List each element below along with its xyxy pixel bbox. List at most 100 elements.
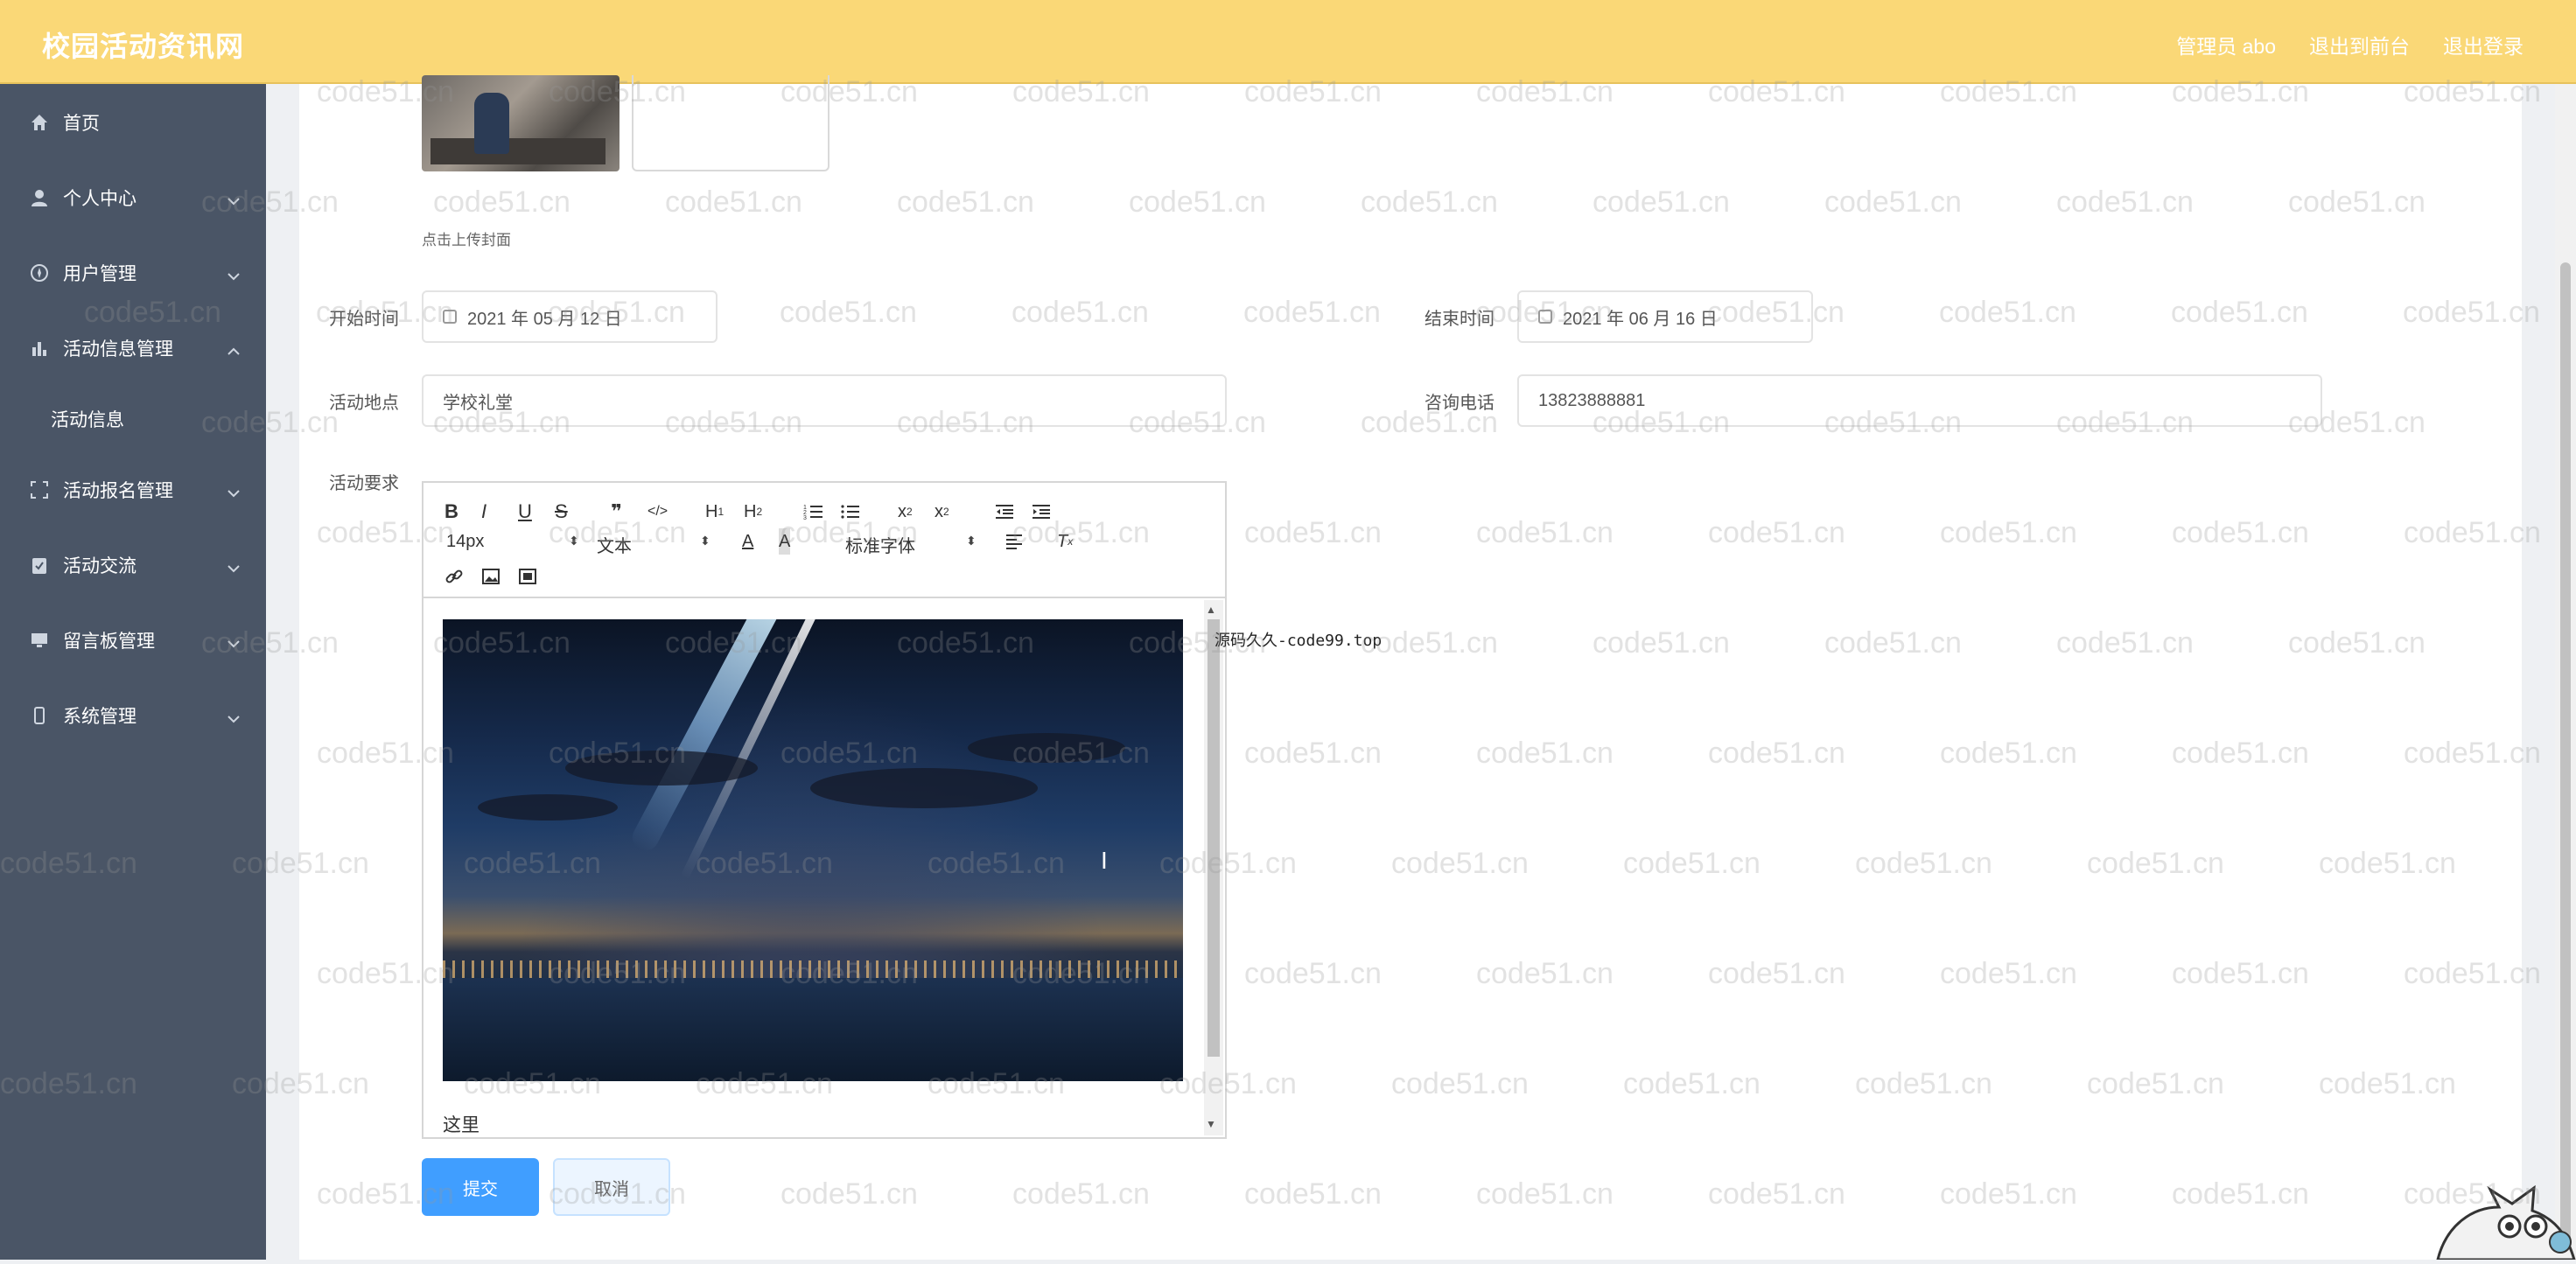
align-icon[interactable] bbox=[1004, 528, 1024, 555]
chevron-down-icon bbox=[228, 557, 240, 578]
sidebar-item-exchange[interactable]: 活动交流 bbox=[0, 539, 266, 591]
exit-console-link[interactable]: 退出到前台 bbox=[2309, 30, 2410, 59]
subscript-button[interactable]: x2 bbox=[898, 499, 913, 525]
cover-desk-shape bbox=[430, 138, 606, 164]
block-format-select[interactable]: 文本 ⬍ bbox=[597, 532, 710, 557]
cloud-shape bbox=[565, 751, 758, 786]
strike-button[interactable]: S bbox=[555, 499, 568, 525]
scroll-down-icon[interactable]: ▼ bbox=[1206, 1118, 1216, 1130]
site-brand[interactable]: 校园活动资讯网 bbox=[42, 24, 244, 65]
select-arrows-icon: ⬍ bbox=[966, 534, 976, 548]
chevron-down-icon bbox=[228, 190, 240, 211]
phone-value: 13823888881 bbox=[1538, 390, 1646, 410]
font-size-select[interactable]: 14px ⬍ bbox=[446, 532, 579, 552]
sidebar-item-home[interactable]: 首页 bbox=[0, 96, 266, 149]
upload-hint: 点击上传封面 bbox=[422, 232, 511, 248]
cloud-shape bbox=[478, 794, 618, 821]
logout-link[interactable]: 退出登录 bbox=[2443, 30, 2524, 59]
sidebar-item-label: 系统管理 bbox=[63, 707, 136, 727]
comet-shape bbox=[627, 619, 783, 855]
text-cursor-icon: I bbox=[1101, 847, 1108, 874]
font-family-value: 标准字体 bbox=[845, 537, 915, 556]
image-insert-icon[interactable] bbox=[481, 563, 500, 590]
cloud-shape bbox=[810, 768, 1038, 808]
toolbar-divider bbox=[424, 597, 1225, 598]
phone-input[interactable]: 13823888881 bbox=[1517, 374, 2322, 427]
header-links: 管理员 abo 退出到前台 退出登录 bbox=[2176, 30, 2524, 59]
editor-scrollbar-thumb[interactable] bbox=[1208, 619, 1220, 1057]
cloud-shape bbox=[968, 733, 1125, 763]
scroll-up-icon[interactable]: ▲ bbox=[1206, 604, 1216, 616]
end-time-field[interactable]: 2021 年 06 月 16 日 bbox=[1517, 290, 1813, 343]
location-value: 学校礼堂 bbox=[443, 393, 513, 413]
editor-content-image[interactable] bbox=[443, 619, 1183, 1081]
cover-image[interactable] bbox=[422, 75, 620, 171]
sidebar-item-registration[interactable]: 活动报名管理 bbox=[0, 464, 266, 516]
sidebar-item-label: 首页 bbox=[63, 114, 100, 134]
sidebar-item-system[interactable]: 系统管理 bbox=[0, 689, 266, 742]
indent-icon[interactable] bbox=[1031, 499, 1052, 525]
code-block-button[interactable]: </> bbox=[648, 499, 668, 525]
svg-text:3: 3 bbox=[803, 515, 807, 520]
clipboard-icon bbox=[28, 554, 51, 576]
header2-button[interactable]: H2 bbox=[744, 499, 762, 525]
chevron-down-icon bbox=[228, 265, 240, 286]
page-scrollbar-thumb[interactable] bbox=[2560, 262, 2571, 1242]
cancel-button[interactable]: 取消 bbox=[553, 1158, 670, 1216]
bold-button[interactable]: B bbox=[444, 499, 458, 525]
submit-button[interactable]: 提交 bbox=[422, 1158, 539, 1216]
font-family-select[interactable]: 标准字体 ⬍ bbox=[845, 532, 976, 557]
chart-icon bbox=[28, 337, 51, 360]
sidebar-item-label: 活动信息管理 bbox=[63, 339, 173, 360]
sidebar-item-activity-info[interactable]: 活动信息管理 bbox=[0, 322, 266, 374]
outdent-icon[interactable] bbox=[994, 499, 1015, 525]
sidebar-item-message-board[interactable]: 留言板管理 bbox=[0, 614, 266, 667]
mascot-cat-icon[interactable] bbox=[2429, 1172, 2576, 1261]
phone-icon bbox=[28, 704, 51, 727]
sidebar-item-label: 活动报名管理 bbox=[63, 481, 173, 501]
start-time-field[interactable]: 2021 年 05 月 12 日 bbox=[422, 290, 718, 343]
blockquote-button[interactable]: ❞ bbox=[611, 499, 622, 525]
editor-side-text: 源码久久-code99.top bbox=[1214, 632, 1382, 650]
calendar-icon bbox=[443, 310, 457, 324]
superscript-button[interactable]: x2 bbox=[934, 499, 949, 525]
end-time-label: 结束时间 bbox=[1424, 310, 1494, 329]
underline-button[interactable]: U bbox=[518, 499, 532, 525]
home-icon bbox=[28, 111, 51, 134]
clear-format-button[interactable]: Tx bbox=[1057, 528, 1073, 555]
requirement-label: 活动要求 bbox=[329, 474, 399, 493]
calendar-icon bbox=[1538, 310, 1552, 324]
chevron-up-icon bbox=[228, 340, 240, 361]
block-format-value: 文本 bbox=[597, 537, 632, 556]
editor-text-content[interactable]: 这里 bbox=[443, 1111, 480, 1137]
chevron-down-icon bbox=[228, 708, 240, 729]
video-insert-icon[interactable] bbox=[518, 563, 537, 590]
compass-icon bbox=[28, 262, 51, 284]
sidebar-item-personal[interactable]: 个人中心 bbox=[0, 171, 266, 224]
background-color-button[interactable]: A bbox=[779, 528, 791, 555]
chevron-down-icon bbox=[228, 482, 240, 503]
font-color-button[interactable]: A bbox=[742, 528, 753, 555]
italic-button[interactable]: I bbox=[481, 499, 486, 525]
sidebar-item-users[interactable]: 用户管理 bbox=[0, 247, 266, 299]
header1-button[interactable]: H1 bbox=[705, 499, 724, 525]
top-header: 校园活动资讯网 管理员 abo 退出到前台 退出登录 bbox=[0, 0, 2576, 84]
sidebar-item-label: 个人中心 bbox=[63, 189, 136, 209]
lake-shape bbox=[443, 978, 1183, 1081]
cover-upload-box[interactable] bbox=[632, 75, 830, 171]
chevron-down-icon bbox=[228, 632, 240, 653]
start-time-label: 开始时间 bbox=[329, 310, 399, 329]
end-time-value: 2021 年 06 月 16 日 bbox=[1563, 309, 1718, 329]
scan-icon bbox=[28, 478, 51, 501]
phone-label: 咨询电话 bbox=[1424, 394, 1494, 413]
location-input[interactable]: 学校礼堂 bbox=[422, 374, 1227, 427]
location-label: 活动地点 bbox=[329, 394, 399, 413]
bullet-list-icon[interactable] bbox=[840, 499, 861, 525]
sidebar-item-label: 留言板管理 bbox=[63, 632, 155, 652]
link-icon[interactable] bbox=[444, 563, 464, 590]
ordered-list-icon[interactable]: 123 bbox=[803, 499, 824, 525]
sidebar-subitem-activity[interactable]: 活动信息 bbox=[51, 406, 124, 432]
select-arrows-icon: ⬍ bbox=[569, 534, 579, 548]
user-icon bbox=[28, 186, 51, 209]
select-arrows-icon: ⬍ bbox=[700, 534, 710, 548]
